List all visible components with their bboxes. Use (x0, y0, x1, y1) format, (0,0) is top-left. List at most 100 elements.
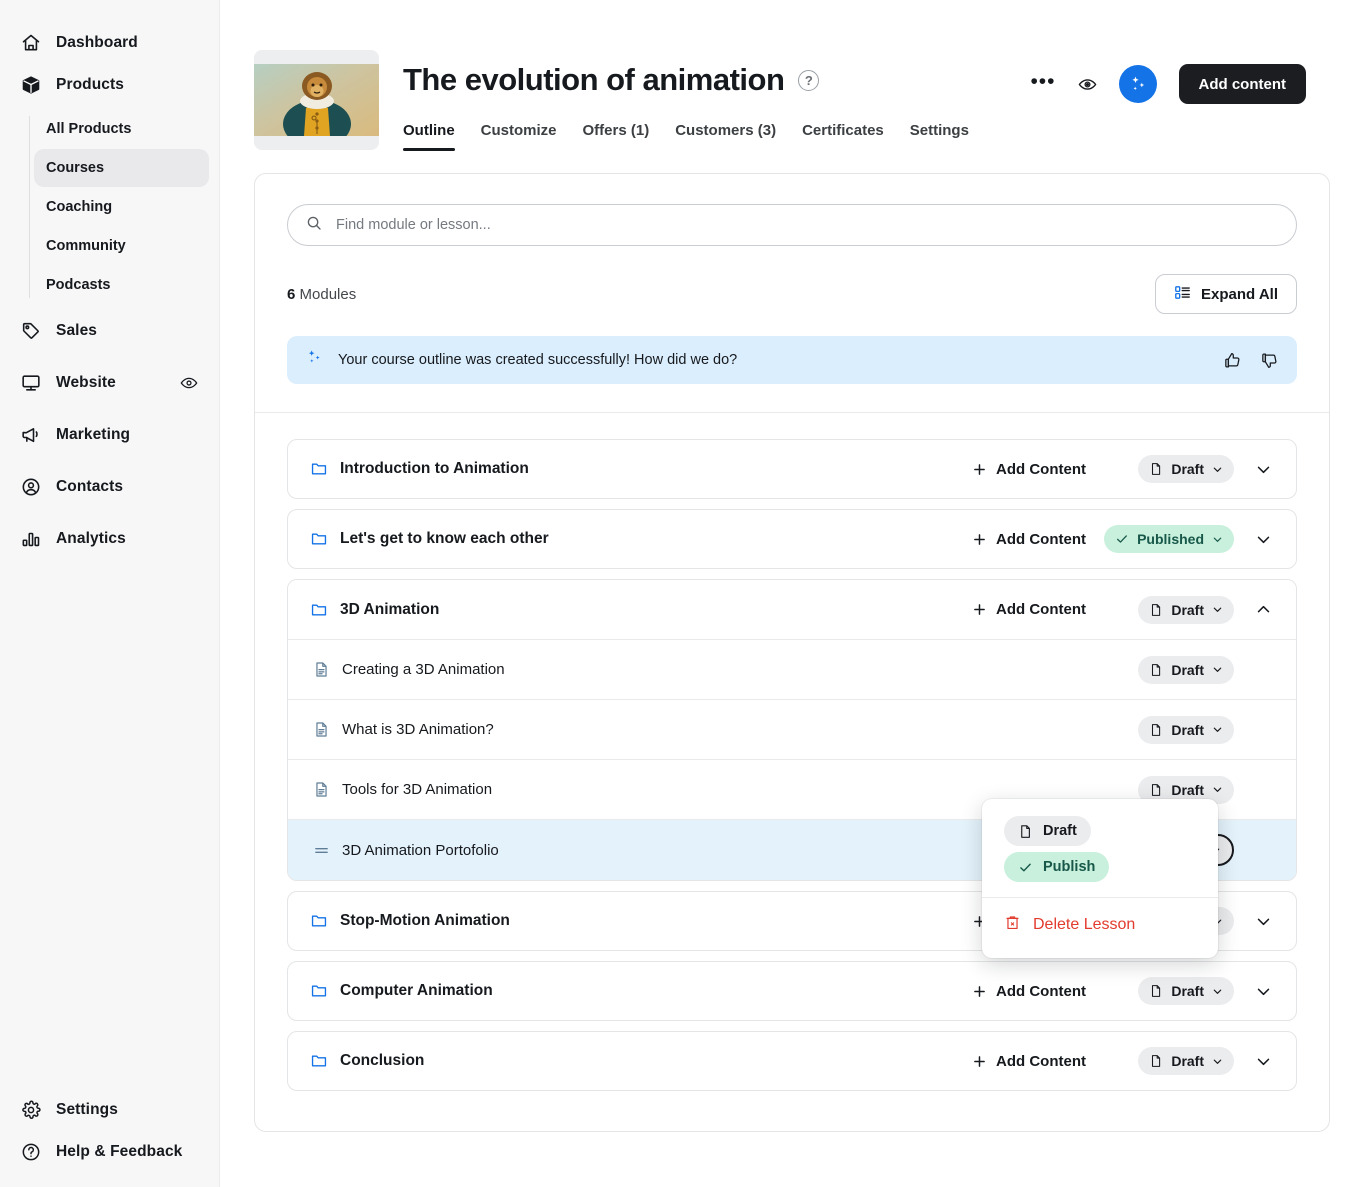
status-dropdown-menu[interactable]: Draft Publish Delete Les (982, 799, 1218, 958)
preview-eye-icon[interactable] (1078, 75, 1097, 94)
folder-icon (308, 912, 330, 930)
expand-all-button[interactable]: Expand All (1155, 274, 1297, 314)
status-option-publish-pill[interactable]: Publish (1004, 852, 1109, 882)
sidebar-item-all-products[interactable]: All Products (34, 110, 209, 148)
module-title: Introduction to Animation (340, 460, 529, 478)
chevron-down-icon[interactable] (1250, 913, 1276, 930)
tab-certificates[interactable]: Certificates (802, 122, 884, 151)
megaphone-icon (20, 424, 42, 446)
bar-chart-icon (20, 528, 42, 550)
add-content-link[interactable]: Add Content (972, 1053, 1086, 1070)
status-option-publish-label: Publish (1043, 859, 1095, 875)
sidebar-item-products[interactable]: Products (10, 64, 209, 106)
thumbs-down-icon[interactable] (1260, 351, 1279, 370)
sidebar-item-label: Marketing (56, 426, 199, 444)
badge-cell: Draft (1114, 455, 1234, 483)
banner-text: Your course outline was created successf… (338, 352, 1209, 368)
search-bar[interactable] (287, 204, 1297, 246)
thumbs-up-icon[interactable] (1223, 351, 1242, 370)
sidebar-item-website[interactable]: Website (10, 362, 209, 404)
status-badge-draft[interactable]: Draft (1138, 977, 1234, 1005)
sidebar-item-contacts[interactable]: Contacts (10, 466, 209, 508)
folder-icon (308, 601, 330, 619)
add-content-link[interactable]: Add Content (972, 461, 1086, 478)
status-badge-published[interactable]: Published (1104, 525, 1234, 553)
sidebar-bottom: Settings Help & Feedback (0, 1089, 219, 1173)
drag-handle-icon[interactable] (310, 842, 332, 859)
module-row-computer-animation[interactable]: Computer Animation Add Content Draft (287, 961, 1297, 1021)
tab-customers[interactable]: Customers (3) (675, 122, 776, 151)
badge-cell: Published (1114, 525, 1234, 553)
sidebar-item-coaching[interactable]: Coaching (34, 188, 209, 226)
add-content-label: Add Content (996, 1053, 1086, 1070)
module-row-lets-get-to-know-each-other[interactable]: Let's get to know each other Add Content… (287, 509, 1297, 569)
add-content-label: Add Content (996, 461, 1086, 478)
sidebar-item-label: Contacts (56, 478, 199, 496)
add-content-button[interactable]: Add content (1179, 64, 1307, 104)
help-icon[interactable]: ? (798, 70, 819, 91)
user-circle-icon (20, 476, 42, 498)
status-badge-draft[interactable]: Draft (1138, 455, 1234, 483)
menu-divider (982, 897, 1218, 898)
lesson-row-creating-a-3d-animation[interactable]: Creating a 3D Animation Draft (288, 640, 1296, 700)
tab-outline[interactable]: Outline (403, 122, 455, 151)
sidebar-item-community[interactable]: Community (34, 227, 209, 265)
search-input[interactable] (334, 216, 1278, 234)
more-options-button[interactable]: ••• (1030, 71, 1055, 98)
course-thumbnail-art (254, 64, 379, 136)
chevron-down-icon[interactable] (1250, 983, 1276, 1000)
sidebar-subnav: All Products Courses Coaching Community … (0, 110, 219, 304)
page-header: The evolution of animation ? ••• (220, 0, 1354, 151)
box-icon (20, 74, 42, 96)
tab-bar: Outline Customize Offers (1) Customers (… (403, 122, 1306, 151)
folder-icon (308, 1052, 330, 1070)
sidebar-item-help-feedback[interactable]: Help & Feedback (10, 1131, 209, 1173)
add-content-link[interactable]: Add Content (972, 531, 1086, 548)
status-label: Draft (1171, 722, 1204, 738)
sidebar-item-settings[interactable]: Settings (10, 1089, 209, 1131)
sidebar-item-dashboard[interactable]: Dashboard (10, 22, 209, 64)
tab-offers[interactable]: Offers (1) (583, 122, 650, 151)
sidebar-item-analytics[interactable]: Analytics (10, 518, 209, 560)
sidebar-item-sales[interactable]: Sales (10, 310, 209, 352)
status-badge-draft[interactable]: Draft (1138, 596, 1234, 624)
chevron-down-icon[interactable] (1250, 1053, 1276, 1070)
sidebar-item-courses[interactable]: Courses (34, 149, 209, 187)
status-badge-draft[interactable]: Draft (1138, 656, 1234, 684)
lesson-title: What is 3D Animation? (342, 721, 494, 738)
chevron-down-icon[interactable] (1250, 531, 1276, 548)
status-option-draft-label: Draft (1043, 823, 1077, 839)
ai-assistant-button[interactable] (1119, 65, 1157, 103)
module-row-introduction-to-animation[interactable]: Introduction to Animation Add Content Dr… (287, 439, 1297, 499)
chevron-down-icon[interactable] (1250, 461, 1276, 478)
eye-icon[interactable] (179, 373, 199, 393)
tab-settings[interactable]: Settings (910, 122, 969, 151)
chevron-up-icon[interactable] (1250, 601, 1276, 618)
trash-icon (1004, 914, 1021, 936)
sidebar-item-label: Dashboard (56, 34, 199, 52)
status-option-draft[interactable]: Draft (982, 813, 1218, 849)
lesson-row-what-is-3d-animation[interactable]: What is 3D Animation? Draft (288, 700, 1296, 760)
status-badge-draft[interactable]: Draft (1138, 716, 1234, 744)
sidebar-subitem-label: Coaching (46, 199, 112, 215)
status-label: Draft (1171, 983, 1204, 999)
tab-customize[interactable]: Customize (481, 122, 557, 151)
app-root: Dashboard Products All Products Courses … (0, 0, 1354, 1187)
lesson-title: 3D Animation Portofolio (342, 842, 499, 859)
module-row-conclusion[interactable]: Conclusion Add Content Draft (287, 1031, 1297, 1091)
status-badge-draft[interactable]: Draft (1138, 1047, 1234, 1075)
add-content-link[interactable]: Add Content (972, 983, 1086, 1000)
sidebar-item-podcasts[interactable]: Podcasts (34, 266, 209, 304)
sidebar-item-marketing[interactable]: Marketing (10, 414, 209, 456)
modules-count: 6 Modules (287, 286, 356, 303)
sidebar-subitem-label: All Products (46, 121, 131, 137)
question-circle-icon (20, 1141, 42, 1163)
badge-cell: Draft (1114, 656, 1234, 684)
status-option-publish[interactable]: Publish (982, 849, 1218, 885)
module-row-3d-animation[interactable]: 3D Animation Add Content Draft (288, 580, 1296, 640)
delete-lesson-option[interactable]: Delete Lesson (982, 904, 1218, 950)
sparkles-icon (305, 348, 324, 372)
add-content-link[interactable]: Add Content (972, 601, 1086, 618)
module-title: Stop-Motion Animation (340, 912, 510, 930)
status-option-draft-pill[interactable]: Draft (1004, 816, 1091, 846)
